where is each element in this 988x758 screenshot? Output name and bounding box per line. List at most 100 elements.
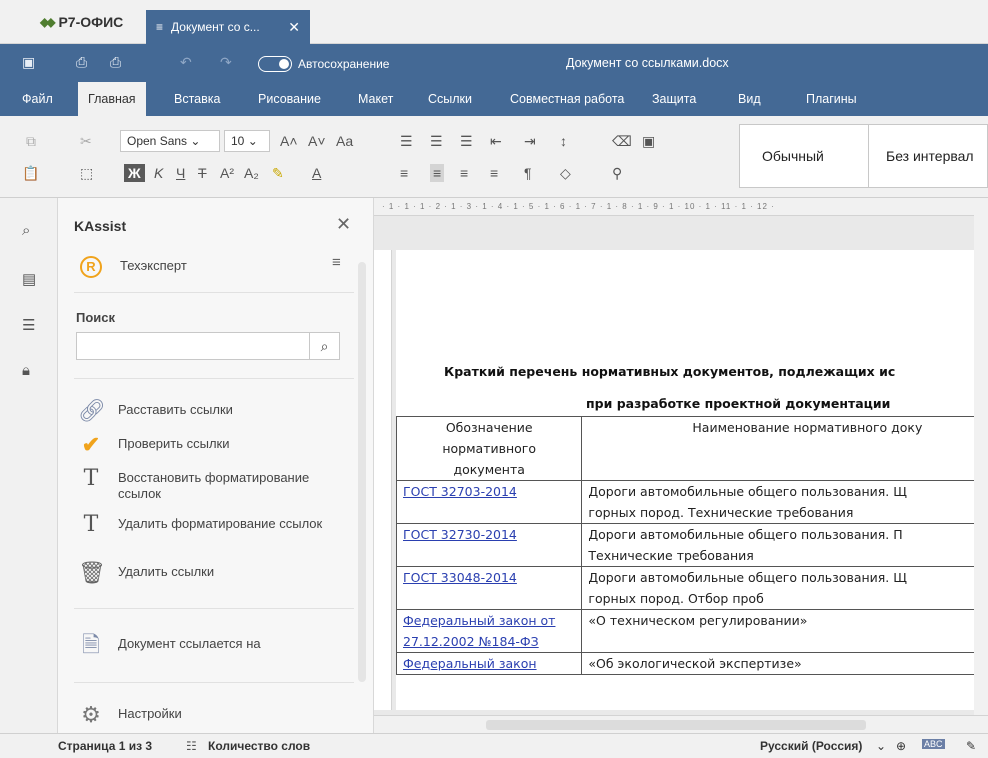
- document-tab[interactable]: ≡ Документ со с... ✕: [146, 10, 310, 44]
- font-name-value: Open Sans: [127, 134, 188, 148]
- color-scheme-icon[interactable]: ▣: [642, 132, 655, 150]
- action-place-links[interactable]: 🔗︎ Расставить ссылки: [78, 398, 233, 424]
- scrollbar-thumb[interactable]: [486, 720, 866, 730]
- document-page[interactable]: Краткий перечень нормативных документов,…: [395, 250, 988, 710]
- clear-format-icon: T: [83, 512, 99, 537]
- bullets-icon[interactable]: ☰: [400, 132, 413, 150]
- spellcheck-icon[interactable]: ABC: [922, 739, 945, 749]
- increase-font-icon[interactable]: A˄: [280, 132, 298, 150]
- redo-icon[interactable]: ↷: [220, 54, 232, 71]
- tab-bar: ◆◆ Р7-ОФИС ≡ Документ со с... ✕: [0, 0, 988, 44]
- menu-protection[interactable]: Защита: [642, 82, 706, 116]
- search-button-icon[interactable]: ⌕: [309, 333, 339, 359]
- styles-gallery: Обычный Без интервал: [739, 124, 988, 188]
- action-restore-formatting[interactable]: T Восстановить форматирование ссылок: [78, 466, 338, 502]
- close-icon[interactable]: ✕: [336, 214, 351, 235]
- menu-layout[interactable]: Макет: [348, 82, 403, 116]
- change-case-icon[interactable]: Aa: [336, 132, 353, 150]
- cell-text: горных пород. Технические требования: [588, 505, 854, 520]
- provider-menu-icon[interactable]: ≡: [332, 254, 341, 271]
- select-icon[interactable]: ⬚: [80, 164, 93, 182]
- autosave-toggle[interactable]: Автосохранение: [258, 56, 389, 72]
- decrease-indent-icon[interactable]: ⇤: [490, 132, 502, 150]
- document-link[interactable]: ГОСТ 32730-2014: [403, 527, 517, 542]
- print-icon[interactable]: ⎙: [76, 54, 87, 71]
- cut-icon[interactable]: ✂: [80, 132, 92, 150]
- multilevel-icon[interactable]: ☰: [460, 132, 473, 150]
- table-cell-code: Федеральный закон от 27.12.2002 №184-ФЗ: [395, 609, 583, 653]
- menu-insert[interactable]: Вставка: [164, 82, 230, 116]
- globe-icon[interactable]: ⊕: [896, 739, 906, 753]
- action-check-links[interactable]: ✔ Проверить ссылки: [78, 432, 230, 458]
- document-arrow-icon: 🗎︎: [82, 632, 100, 657]
- line-spacing-icon[interactable]: ↕: [560, 132, 567, 150]
- align-right-icon[interactable]: ≡: [460, 164, 468, 182]
- kassist-panel: KAssist ✕ R Техэксперт ≡ Поиск ⌕ 🔗︎ Расс…: [58, 198, 374, 733]
- left-navigation: ⌕ ▤ ☰ 🔒︎: [0, 198, 58, 733]
- search-input[interactable]: [77, 333, 307, 359]
- search-icon[interactable]: ⌕: [22, 222, 30, 239]
- document-link[interactable]: Федеральный закон от 27.12.2002 №184-ФЗ: [403, 613, 555, 649]
- subscript-icon[interactable]: A₂: [244, 164, 259, 182]
- word-count-button[interactable]: Количество слов: [208, 739, 310, 753]
- navigation-icon[interactable]: ☰: [22, 316, 35, 334]
- superscript-icon[interactable]: A²: [220, 164, 234, 182]
- style-no-spacing[interactable]: Без интервал: [886, 125, 974, 187]
- paragraph-marks-icon[interactable]: ¶: [524, 164, 532, 182]
- tab-close-icon[interactable]: ✕: [288, 19, 300, 36]
- style-normal[interactable]: Обычный: [762, 125, 824, 187]
- horizontal-ruler[interactable]: · 1 · 1 · 1 · 2 · 1 · 3 · 1 · 4 · 1 · 5 …: [374, 198, 988, 216]
- bold-button[interactable]: Ж: [124, 164, 145, 182]
- menu-collaboration[interactable]: Совместная работа: [500, 82, 634, 116]
- table-cell-name: Дороги автомобильные общего пользования.…: [581, 480, 988, 524]
- copy-icon[interactable]: ⧉: [26, 132, 36, 150]
- language-select[interactable]: Русский (Россия): [760, 739, 862, 753]
- underline-icon[interactable]: Ч: [176, 164, 185, 182]
- font-size-select[interactable]: 10 ⌄: [224, 130, 270, 152]
- font-color-icon[interactable]: A: [312, 164, 321, 182]
- document-link[interactable]: ГОСТ 33048-2014: [403, 570, 517, 585]
- menu-file[interactable]: Файл: [12, 82, 63, 116]
- cell-text: «О техническом регулировании»: [588, 613, 808, 628]
- comments-icon[interactable]: ▤: [22, 270, 36, 288]
- increase-indent-icon[interactable]: ⇥: [524, 132, 536, 150]
- clear-style-icon[interactable]: ⌫: [612, 132, 632, 150]
- menu-references[interactable]: Ссылки: [418, 82, 482, 116]
- italic-icon[interactable]: K: [154, 164, 163, 182]
- document-vertical-scrollbar[interactable]: [974, 198, 988, 715]
- divider: [74, 682, 354, 683]
- justify-icon[interactable]: ≡: [490, 164, 498, 182]
- vertical-ruler[interactable]: [374, 250, 392, 710]
- table-row: ГОСТ 33048-2014 Дороги автомобильные общ…: [395, 566, 988, 610]
- align-left-icon[interactable]: ≡: [400, 164, 408, 182]
- track-changes-icon[interactable]: ✎: [966, 739, 976, 753]
- menu-view[interactable]: Вид: [728, 82, 771, 116]
- document-horizontal-scrollbar[interactable]: [374, 715, 988, 733]
- shading-icon[interactable]: ◇: [560, 164, 571, 182]
- menu-home[interactable]: Главная: [78, 82, 146, 116]
- page-indicator[interactable]: Страница 1 из 3: [58, 739, 152, 753]
- action-remove-formatting[interactable]: T Удалить форматирование ссылок: [78, 512, 323, 538]
- chevron-down-icon[interactable]: ⌄: [876, 739, 886, 753]
- save-icon[interactable]: ▣: [22, 54, 35, 71]
- highlight-icon[interactable]: ✎: [272, 164, 284, 182]
- copy-style-icon[interactable]: ⚲: [612, 164, 622, 182]
- menu-draw[interactable]: Рисование: [248, 82, 331, 116]
- toggle-switch-icon[interactable]: [258, 56, 292, 72]
- menu-plugins[interactable]: Плагины: [796, 82, 867, 116]
- document-link[interactable]: ГОСТ 32703-2014: [403, 484, 517, 499]
- action-delete-links[interactable]: 🗑︎ Удалить ссылки: [78, 560, 214, 586]
- decrease-font-icon[interactable]: A˅: [308, 132, 326, 150]
- action-document-refers-to[interactable]: 🗎︎ Документ ссылается на: [78, 632, 260, 658]
- action-settings[interactable]: ⚙︎ Настройки: [78, 702, 182, 728]
- align-center-icon[interactable]: ≡: [430, 164, 445, 182]
- panel-scrollbar[interactable]: [358, 262, 366, 682]
- numbering-icon[interactable]: ☰: [430, 132, 443, 150]
- undo-icon[interactable]: ↶: [180, 54, 192, 71]
- font-name-select[interactable]: Open Sans ⌄: [120, 130, 220, 152]
- quick-print-icon[interactable]: ⎙: [110, 54, 121, 71]
- document-link[interactable]: Федеральный закон: [403, 656, 537, 671]
- lock-icon[interactable]: 🔒︎: [22, 362, 30, 379]
- paste-icon[interactable]: 📋: [22, 164, 39, 182]
- strikethrough-icon[interactable]: T: [198, 164, 207, 182]
